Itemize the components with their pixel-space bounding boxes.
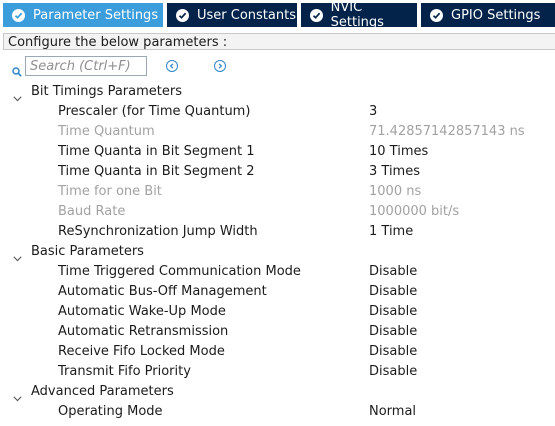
parameter-tree: Bit Timings Parameters Prescaler (for Tim… — [0, 82, 555, 422]
tab-label: User Constants — [197, 7, 296, 23]
group-header[interactable]: Advanced Parameters — [0, 382, 555, 402]
parameter-row[interactable]: Baud Rate 1000000 bit/s — [0, 202, 555, 222]
group-title: Advanced Parameters — [31, 384, 174, 399]
parameter-row[interactable]: Operating Mode Normal — [0, 402, 555, 422]
next-match-button[interactable] — [214, 60, 226, 72]
parameter-label: Baud Rate — [58, 204, 126, 219]
parameter-value[interactable]: 3 Times — [369, 162, 420, 182]
parameter-row[interactable]: Automatic Wake-Up Mode Disable — [0, 302, 555, 322]
parameter-label: Automatic Retransmission — [58, 324, 229, 339]
parameter-value[interactable]: Normal — [369, 402, 416, 422]
parameter-row[interactable]: Transmit Fifo Priority Disable — [0, 362, 555, 382]
parameter-value[interactable]: 3 — [369, 102, 377, 122]
check-circle-icon — [176, 8, 189, 22]
parameter-value[interactable]: 1 Time — [369, 222, 413, 242]
parameter-row[interactable]: Time Triggered Communication Mode Disable — [0, 262, 555, 282]
tab-label: Parameter Settings — [33, 7, 159, 23]
parameter-row[interactable]: ReSynchronization Jump Width 1 Time — [0, 222, 555, 242]
group-title: Basic Parameters — [31, 244, 144, 259]
search-input[interactable] — [25, 56, 147, 76]
parameter-label: Time Quanta in Bit Segment 2 — [58, 164, 255, 179]
parameter-label: Time Quanta in Bit Segment 1 — [58, 144, 255, 159]
group-header[interactable]: Basic Parameters — [0, 242, 555, 262]
parameter-row[interactable]: Time Quantum 71.42857142857143 ns — [0, 122, 555, 142]
parameter-label: Prescaler (for Time Quantum) — [58, 104, 251, 119]
parameter-value[interactable]: Disable — [369, 322, 417, 342]
tab-nvic-settings[interactable]: NVIC Settings — [301, 0, 417, 30]
tab-user-constants[interactable]: User Constants — [167, 3, 297, 27]
tab-parameter-settings[interactable]: Parameter Settings — [3, 3, 163, 27]
parameter-label: Operating Mode — [58, 404, 163, 419]
group-header[interactable]: Bit Timings Parameters — [0, 82, 555, 102]
configure-header: Configure the below parameters : — [3, 33, 555, 50]
group-title: Bit Timings Parameters — [31, 84, 182, 99]
parameter-label: Transmit Fifo Priority — [58, 364, 191, 379]
parameter-row[interactable]: Automatic Bus-Off Management Disable — [0, 282, 555, 302]
parameter-row[interactable]: Time Quanta in Bit Segment 2 3 Times — [0, 162, 555, 182]
parameter-row[interactable]: Time Quanta in Bit Segment 1 10 Times — [0, 142, 555, 162]
parameter-row[interactable]: Receive Fifo Locked Mode Disable — [0, 342, 555, 362]
parameter-label: Time for one Bit — [58, 184, 162, 199]
tab-gpio-settings[interactable]: GPIO Settings — [421, 3, 555, 27]
parameter-label: Receive Fifo Locked Mode — [58, 344, 225, 359]
check-circle-icon — [12, 8, 25, 22]
parameter-value[interactable]: Disable — [369, 342, 417, 362]
tab-bar: Parameter Settings User Constants NVIC S… — [0, 0, 555, 30]
parameter-value[interactable]: Disable — [369, 282, 417, 302]
check-circle-icon — [430, 8, 443, 22]
parameter-value: 1000 ns — [369, 184, 422, 199]
parameter-label: ReSynchronization Jump Width — [58, 224, 258, 239]
check-circle-icon — [310, 8, 323, 22]
search-icon — [12, 62, 22, 81]
parameter-label: Automatic Wake-Up Mode — [58, 304, 226, 319]
parameter-label: Automatic Bus-Off Management — [58, 284, 267, 299]
previous-match-button[interactable] — [166, 60, 178, 72]
chevron-right-icon — [218, 63, 223, 69]
parameter-value[interactable]: Disable — [369, 262, 417, 282]
parameter-label: Time Quantum — [58, 124, 155, 139]
tab-label: NVIC Settings — [330, 0, 384, 30]
parameter-value: 71.42857142857143 ns — [369, 124, 525, 139]
parameter-row[interactable]: Prescaler (for Time Quantum) 3 — [0, 102, 555, 122]
parameter-label: Time Triggered Communication Mode — [58, 264, 301, 279]
parameter-row[interactable]: Automatic Retransmission Disable — [0, 322, 555, 342]
parameter-value[interactable]: 10 Times — [369, 142, 428, 162]
parameter-row[interactable]: Time for one Bit 1000 ns — [0, 182, 555, 202]
parameter-value[interactable]: Disable — [369, 362, 417, 382]
parameter-value[interactable]: Disable — [369, 302, 417, 322]
tab-label: GPIO Settings — [451, 7, 541, 23]
parameter-value: 1000000 bit/s — [369, 204, 460, 219]
chevron-left-icon — [169, 63, 174, 69]
search-toolbar — [0, 54, 555, 80]
